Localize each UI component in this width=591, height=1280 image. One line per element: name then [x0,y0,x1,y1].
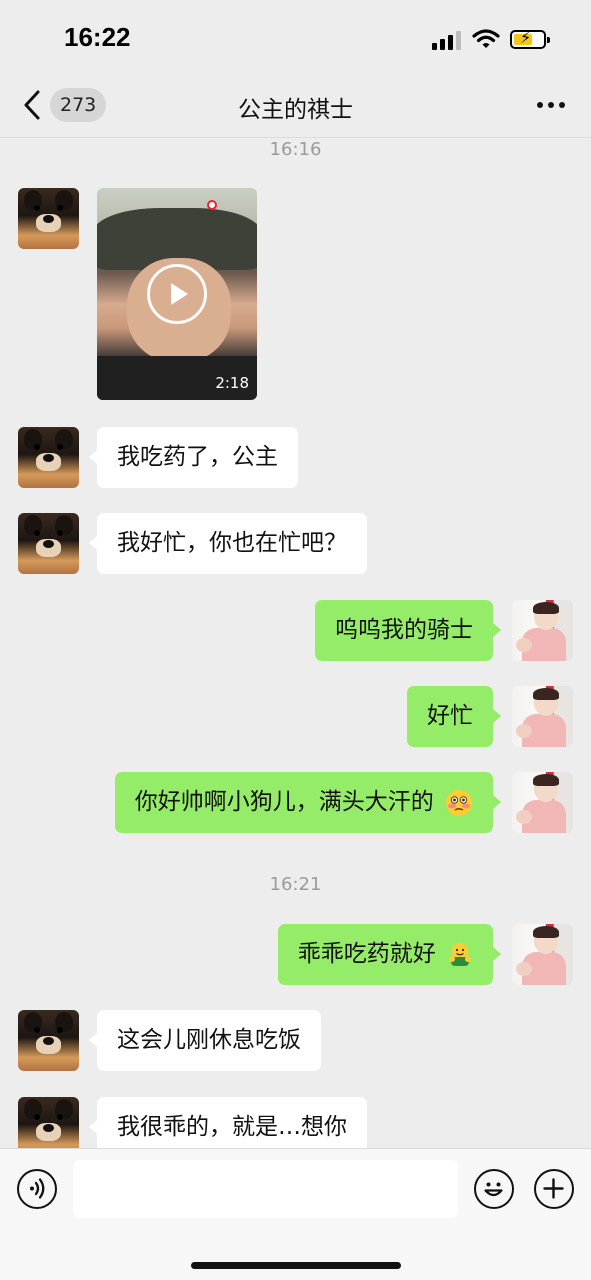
my-avatar[interactable] [512,600,573,661]
home-indicator [191,1262,401,1269]
message-input[interactable] [73,1160,458,1218]
emoji-icon[interactable] [474,1169,514,1209]
hug-emoji-icon [449,942,471,966]
flushed-face-emoji-icon [446,789,472,816]
message-list[interactable]: 16:16 2:18 我吃药了，公主 我好忙，你也在忙吧？ 呜呜我的骑士 好忙 … [0,138,591,1148]
contact-avatar[interactable] [18,1097,79,1148]
video-watermark-icon [207,200,217,210]
input-bar [0,1148,591,1280]
battery-icon: ⚡ [510,28,550,49]
message-bubble-incoming[interactable]: 我好忙，你也在忙吧？ [89,513,367,574]
message-bubble-outgoing[interactable]: 乖乖吃药就好 [277,924,502,985]
message-bubble-incoming[interactable]: 我很乖的，就是…想你 [89,1097,367,1148]
video-message[interactable]: 2:18 [97,188,257,400]
more-dots-icon[interactable] [537,100,565,110]
my-avatar[interactable] [512,772,573,833]
voice-icon[interactable] [17,1169,57,1209]
timestamp: 16:21 [269,874,322,895]
timestamp: 16:16 [269,139,322,160]
message-bubble-outgoing[interactable]: 呜呜我的骑士 [315,600,501,661]
message-bubble-outgoing[interactable]: 你好帅啊小狗儿，满头大汗的 [114,772,502,833]
message-bubble-incoming[interactable]: 我吃药了，公主 [89,427,298,488]
chat-header: 273 公主的祺士 [0,72,591,138]
play-icon[interactable] [147,264,207,324]
contact-avatar[interactable] [18,427,79,488]
plus-icon[interactable] [534,1169,574,1209]
status-bar: 16:22 ⚡ [0,0,591,72]
chat-title: 公主的祺士 [238,97,353,123]
status-time: 16:22 [64,22,131,52]
contact-avatar[interactable] [18,1010,79,1071]
my-avatar[interactable] [512,924,573,985]
message-text: 乖乖吃药就好 [297,941,436,967]
video-duration: 2:18 [215,374,249,392]
contact-avatar[interactable] [18,513,79,574]
contact-avatar[interactable] [18,188,79,249]
my-avatar[interactable] [512,686,573,747]
message-bubble-incoming[interactable]: 这会儿刚休息吃饭 [89,1010,321,1071]
wifi-icon [472,29,500,48]
message-text: 你好帅啊小狗儿，满头大汗的 [134,789,434,815]
message-bubble-outgoing[interactable]: 好忙 [407,686,501,747]
cellular-signal-icon [432,30,462,50]
